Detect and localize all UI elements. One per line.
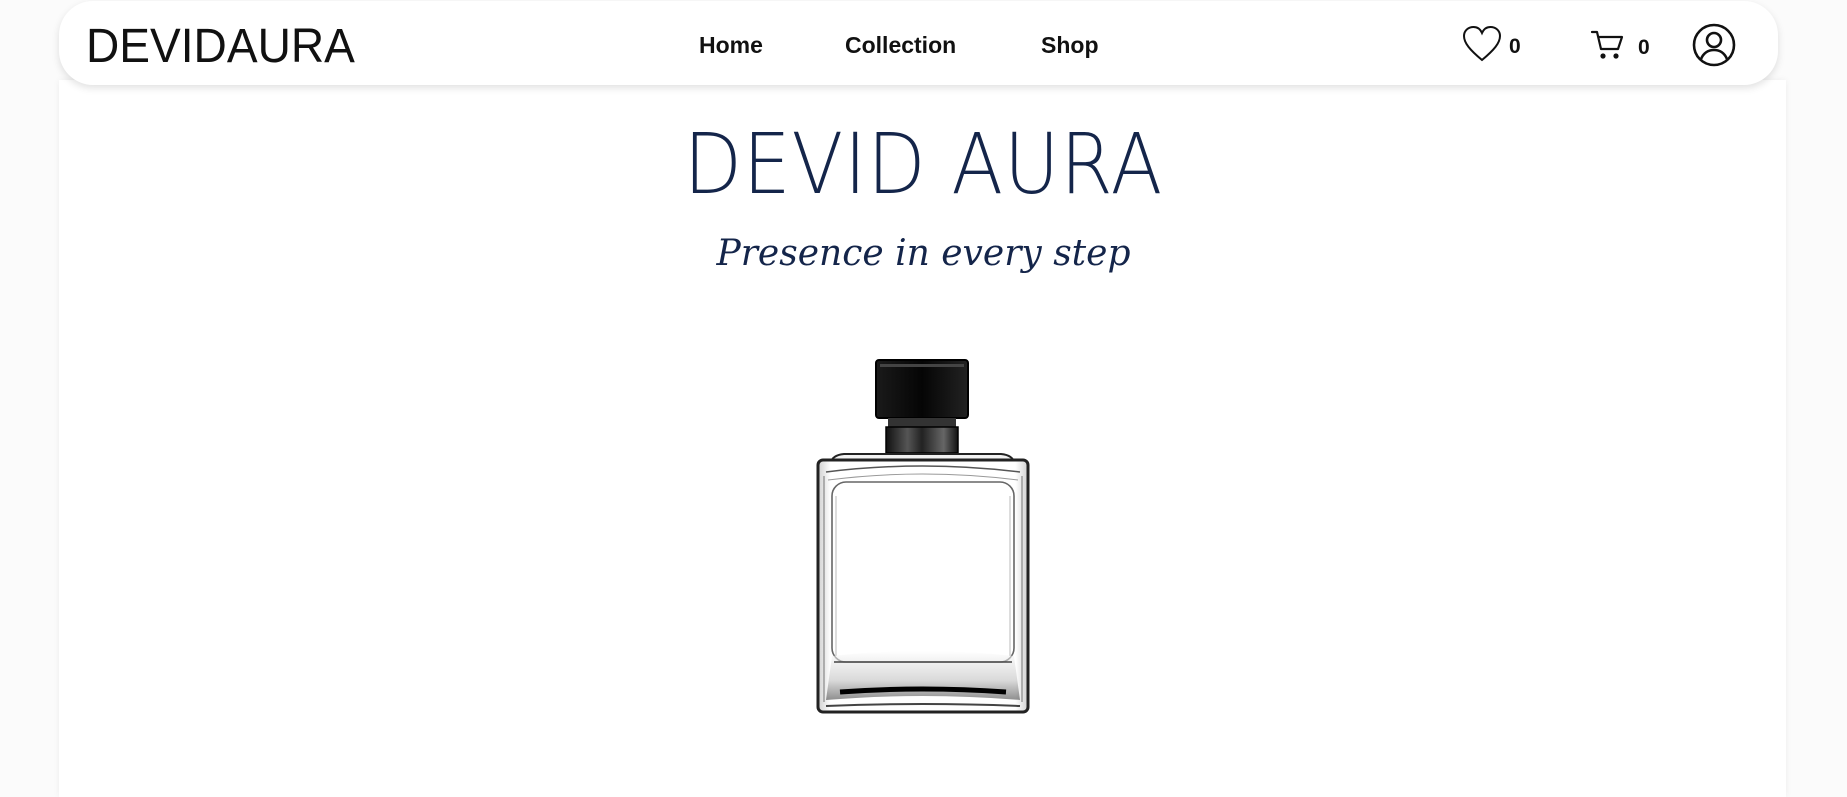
user-circle-icon	[1692, 23, 1736, 72]
cart-button[interactable]: 0	[1590, 28, 1650, 67]
nav-link-collection[interactable]: Collection	[845, 32, 956, 59]
hero-title: DEVID AURA	[683, 115, 1164, 213]
cart-count: 0	[1638, 35, 1650, 59]
site-logo[interactable]: DEVIDAURA	[86, 19, 355, 75]
hero-subtitle: Presence in every step	[716, 233, 1131, 274]
nav-link-home[interactable]: Home	[699, 32, 763, 59]
navbar: DEVIDAURA Home Collection Shop 0 0	[59, 1, 1778, 85]
wishlist-button[interactable]: 0	[1462, 25, 1521, 68]
nav-link-shop[interactable]: Shop	[1041, 32, 1099, 59]
perfume-bottle-image	[810, 356, 1035, 720]
account-button[interactable]	[1692, 23, 1736, 72]
wishlist-count: 0	[1509, 34, 1521, 58]
page: DEVIDAURA Home Collection Shop 0 0 DEVID…	[0, 0, 1847, 797]
heart-icon	[1462, 25, 1502, 68]
cart-icon	[1590, 28, 1626, 67]
